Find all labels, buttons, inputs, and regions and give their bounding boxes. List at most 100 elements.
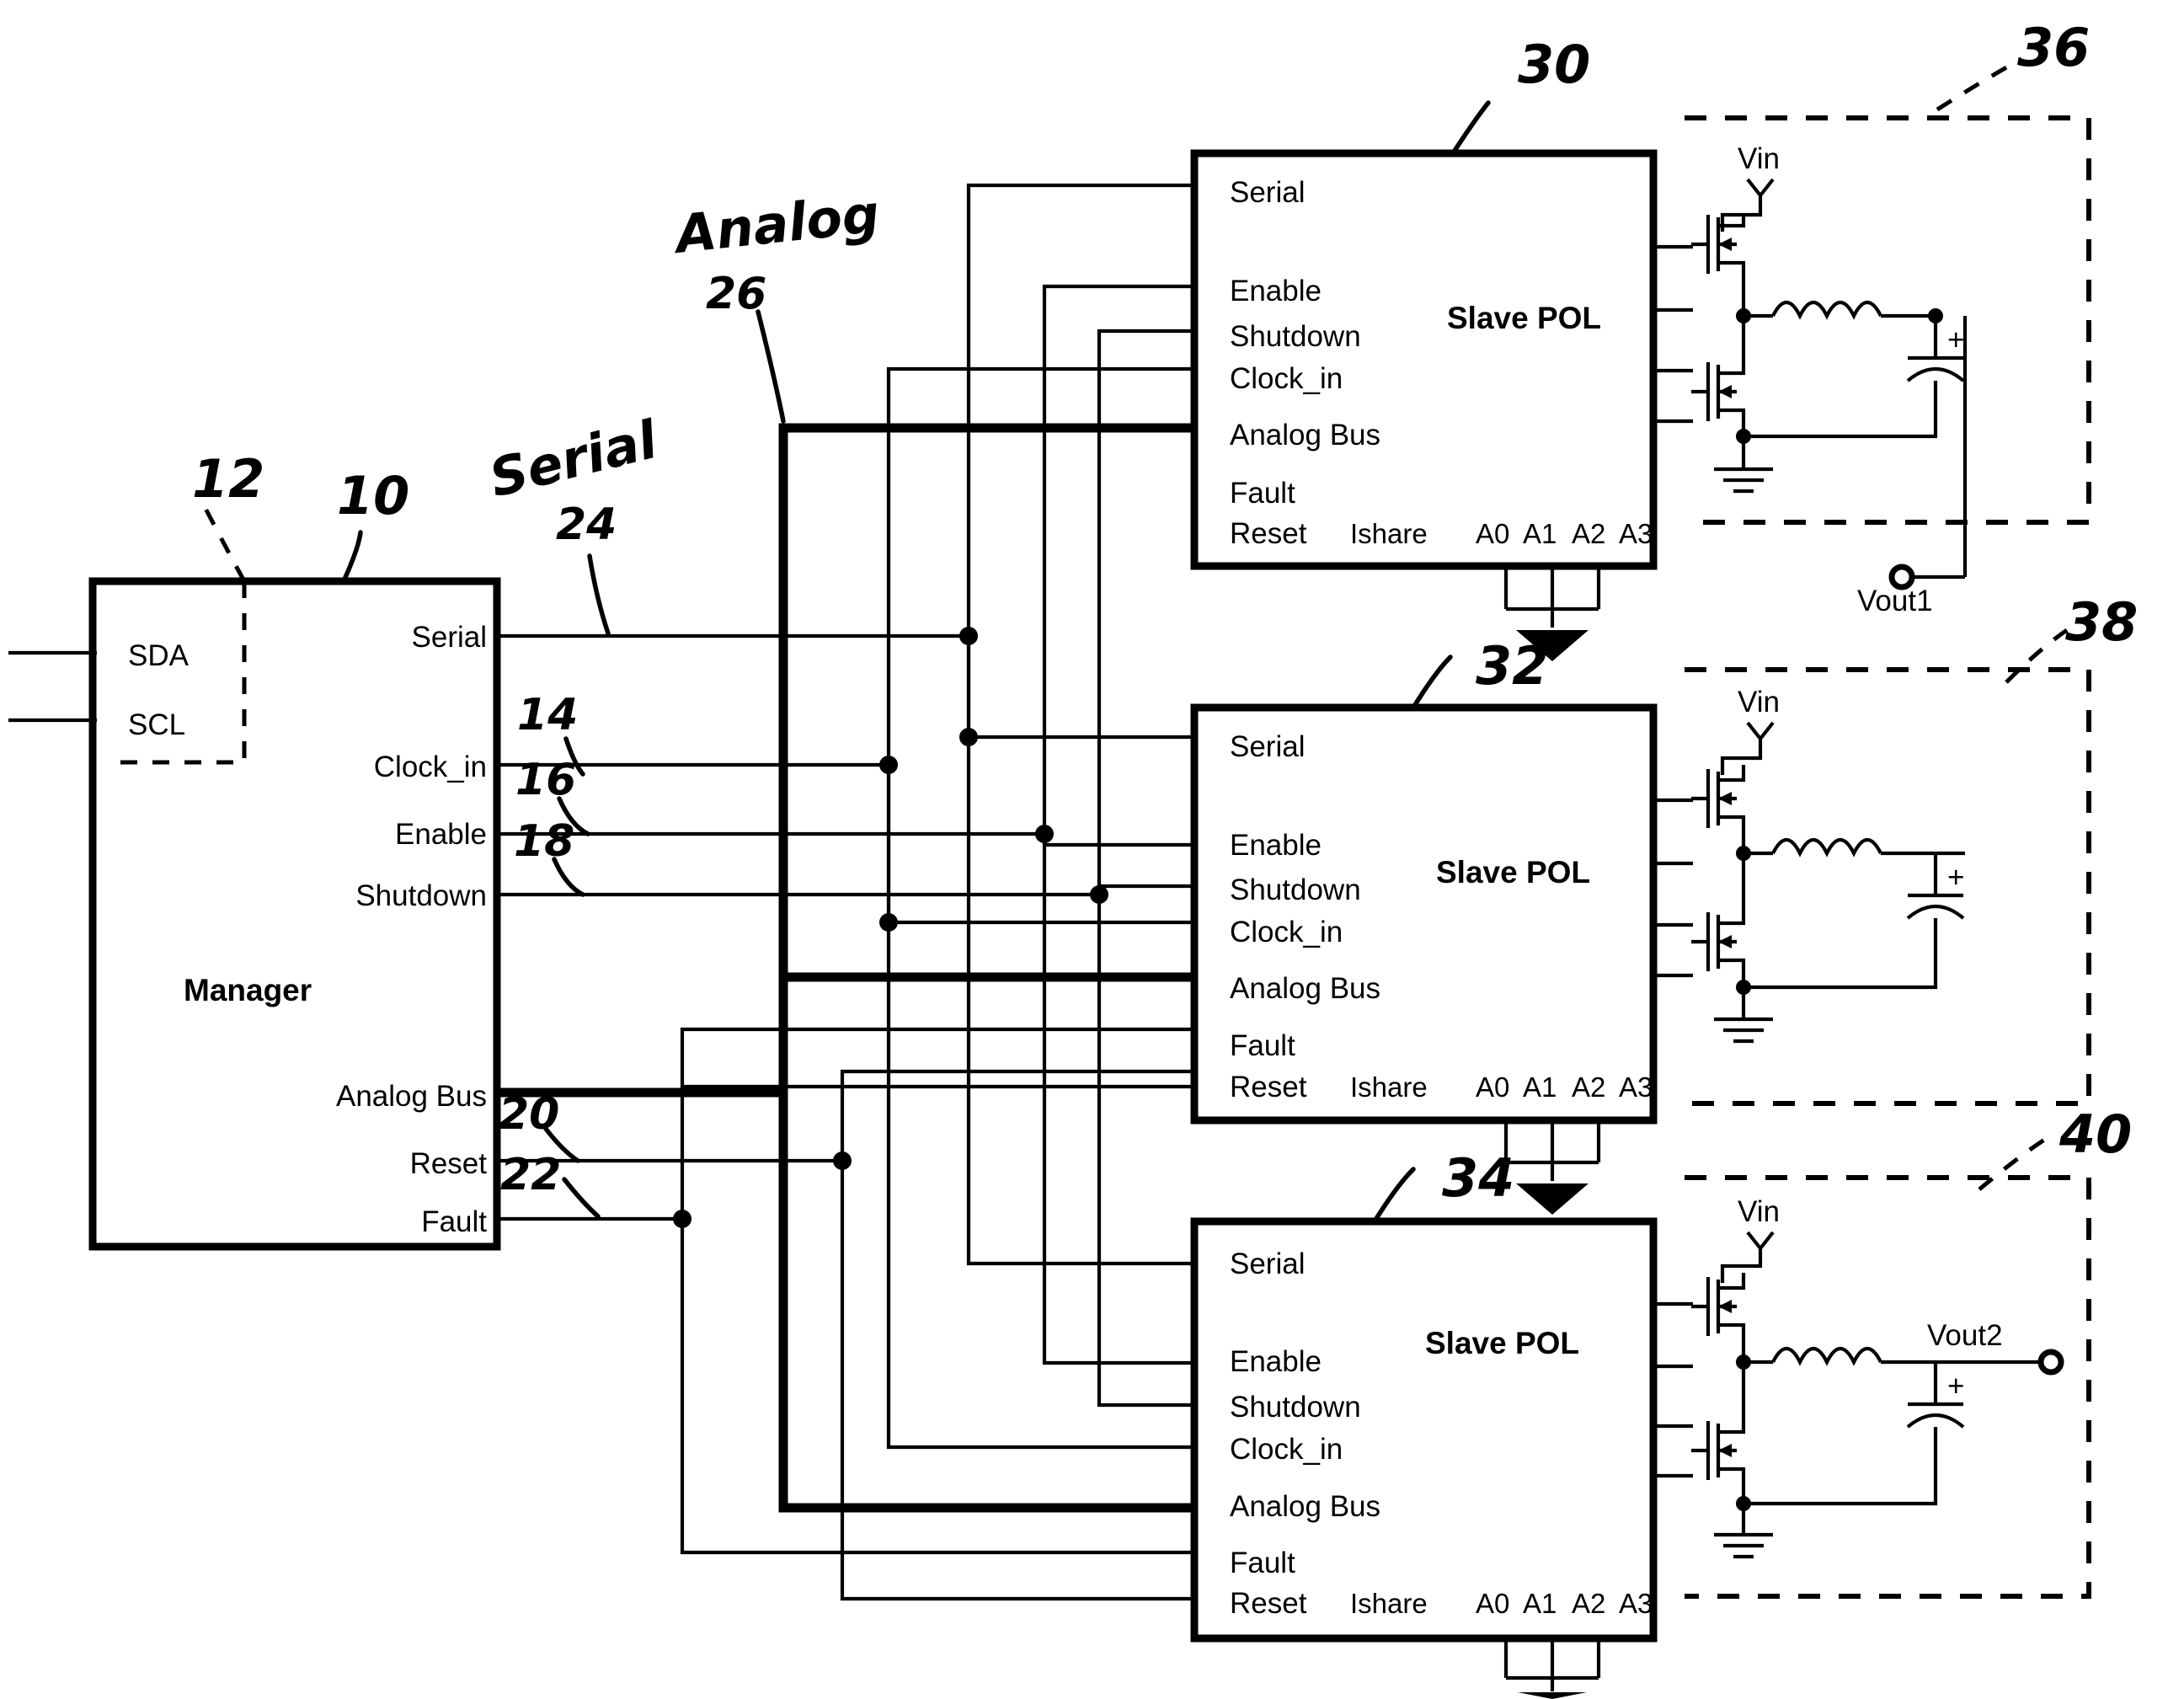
col-clock-to-pol3 xyxy=(886,765,1196,1450)
hs-fet-gate-40 xyxy=(1691,1277,1711,1336)
slave-pol-1-pin-a2: A2 xyxy=(1572,518,1605,549)
slave-pol-3-pin-a0: A0 xyxy=(1476,1588,1509,1619)
slave-pol-2-pin-clock-in: Clock_in xyxy=(1230,916,1343,948)
hs-fet-terminals-40 xyxy=(1718,1273,1746,1362)
cap-bottom-plate-40 xyxy=(1906,1413,1965,1429)
slave-pol-1-pin-enable: Enable xyxy=(1230,275,1322,307)
circuit-diagram-svg: Manager SDA SCL Serial Clock_in Enable S… xyxy=(8,17,2138,1699)
power-stage-36: Vin + Vout1 xyxy=(1685,115,2091,617)
junction-dot-reset xyxy=(833,1151,852,1170)
vout2-label: Vout2 xyxy=(1927,1319,2003,1352)
slave-pol-3-gate-drives xyxy=(1653,1301,1693,1478)
leader-32 xyxy=(1411,654,1453,710)
slave-pol-3-pin-a3: A3 xyxy=(1619,1588,1653,1619)
ref-numeral-18: 18 xyxy=(514,816,574,867)
ground-icon xyxy=(1518,1692,1587,1699)
manager-block[interactable]: Manager SDA SCL Serial Clock_in Enable S… xyxy=(8,577,501,1251)
junction-dot-serial xyxy=(959,627,978,645)
col-shutdown-to-pol1 xyxy=(1097,329,1196,895)
slave-pol-2-pin-analog-bus: Analog Bus xyxy=(1230,972,1380,1005)
hs-fet-arrow-36 xyxy=(1718,238,1732,251)
slave-pol-3[interactable]: Slave POL Serial Enable Shutdown Clock_i… xyxy=(1190,1217,1693,1699)
inductor-icon-40 xyxy=(1771,1346,1882,1366)
cap-bottom-plate-38 xyxy=(1906,905,1965,920)
ls-fet-arrow-40 xyxy=(1718,1444,1732,1457)
vout1-label: Vout1 xyxy=(1857,585,1933,617)
col-reset-to-pol3 xyxy=(840,1161,1196,1601)
inductor-icon-36 xyxy=(1771,300,1882,320)
ref-numeral-10: 10 xyxy=(337,465,409,526)
manager-pin-clock-in: Clock_in xyxy=(374,751,487,783)
ref-numeral-14: 14 xyxy=(517,690,578,740)
vin-terminal-icon-38 xyxy=(1720,721,1775,775)
leader-40 xyxy=(1978,1131,2055,1191)
cap-return-40 xyxy=(1743,1427,1938,1506)
col-shutdown-to-pol3 xyxy=(1097,895,1196,1408)
slave-pol-1-pin-clock-in: Clock_in xyxy=(1230,362,1343,395)
slave-pol-2[interactable]: Slave POL Serial Enable Shutdown Clock_i… xyxy=(1190,703,1693,1215)
slave-pol-1-pin-reset: Reset xyxy=(1230,517,1307,550)
ref-numeral-38: 38 xyxy=(2065,591,2138,653)
hs-fet-arrow-40 xyxy=(1718,1300,1732,1313)
bus-distribution-columns xyxy=(673,183,1196,1601)
bus-analog-to-pol1 xyxy=(778,423,1196,1093)
slave-pol-3-pin-reset: Reset xyxy=(1230,1587,1307,1620)
col-shutdown-to-pol2 xyxy=(1097,884,1196,895)
junction-dot-clock-2 xyxy=(879,913,898,932)
manager-pin-reset: Reset xyxy=(410,1147,488,1180)
slave-pol-3-pin-shutdown: Shutdown xyxy=(1230,1391,1361,1424)
col-serial-to-pol3 xyxy=(966,636,1196,1266)
slave-pol-1[interactable]: Slave POL Serial Enable Shutdown Clock_i… xyxy=(1190,149,1693,661)
col-serial-to-pol2 xyxy=(966,636,1196,740)
slave-pol-2-pin-enable: Enable xyxy=(1230,829,1322,862)
ls-fet-arrow-36 xyxy=(1718,385,1732,398)
vin-label-40: Vin xyxy=(1738,1195,1780,1228)
slave-pol-3-address-stubs xyxy=(1503,1638,1601,1680)
slave-pol-3-title: Slave POL xyxy=(1425,1326,1579,1360)
net-label-serial-hand: Serial xyxy=(483,409,664,510)
ref-numeral-24: 24 xyxy=(556,500,617,550)
ref-numeral-40: 40 xyxy=(2059,1103,2132,1165)
slave-pol-2-pin-a2: A2 xyxy=(1572,1071,1605,1103)
ls-fet-gate-36 xyxy=(1691,362,1711,421)
ls-fet-arrow-38 xyxy=(1718,935,1732,948)
power-stage-40: Vin + Vout2 xyxy=(1685,1175,2091,1599)
slave-pol-2-gate-drives xyxy=(1653,798,1693,978)
junction-dot-clock xyxy=(879,756,898,774)
slave-pol-2-pin-ishare: Ishare xyxy=(1350,1071,1428,1103)
slave-pol-2-pin-reset: Reset xyxy=(1230,1071,1307,1103)
col-enable-to-pol2 xyxy=(1042,834,1196,847)
ground-icon xyxy=(1714,987,1773,1044)
ref-numeral-20: 20 xyxy=(499,1089,559,1140)
ref-numeral-32: 32 xyxy=(1476,635,1548,697)
ref-numeral-34: 34 xyxy=(1442,1147,1514,1209)
patent-figure-canvas: Manager SDA SCL Serial Clock_in Enable S… xyxy=(0,0,2184,1699)
slave-pol-1-pin-analog-bus: Analog Bus xyxy=(1230,419,1380,451)
junction-dot-serial-2 xyxy=(959,728,978,746)
leader-36 xyxy=(1936,56,2023,112)
col-fault-to-pol3 xyxy=(680,1219,1196,1555)
leader-10 xyxy=(341,530,363,584)
slave-pol-3-pin-fault: Fault xyxy=(1230,1547,1295,1579)
ref-numeral-30: 30 xyxy=(1518,34,1590,95)
junction-dot-fault xyxy=(673,1210,692,1228)
slave-pol-1-pin-a1: A1 xyxy=(1523,518,1557,549)
leader-24 xyxy=(587,553,611,636)
slave-pol-3-pin-a2: A2 xyxy=(1572,1588,1605,1619)
power-stage-38: Vin + xyxy=(1685,667,2091,1106)
vin-label-36: Vin xyxy=(1738,142,1780,175)
cap-bottom-plate-36 xyxy=(1906,367,1965,382)
leader-26 xyxy=(756,309,786,424)
leader-22 xyxy=(562,1177,601,1219)
slave-pol-1-pin-a3: A3 xyxy=(1619,518,1653,549)
vin-terminal-icon-40 xyxy=(1720,1231,1775,1283)
junction-dot-shutdown xyxy=(1090,885,1108,904)
manager-output-nets xyxy=(497,633,1099,1221)
hs-fet-arrow-38 xyxy=(1718,792,1732,805)
hs-fet-gate-38 xyxy=(1691,769,1711,828)
leader-12 xyxy=(198,497,247,583)
ref-numeral-22: 22 xyxy=(500,1150,561,1200)
slave-pol-3-pin-enable: Enable xyxy=(1230,1345,1322,1378)
slave-pol-3-pin-ishare: Ishare xyxy=(1350,1588,1428,1619)
col-enable-to-pol3 xyxy=(1042,834,1196,1365)
